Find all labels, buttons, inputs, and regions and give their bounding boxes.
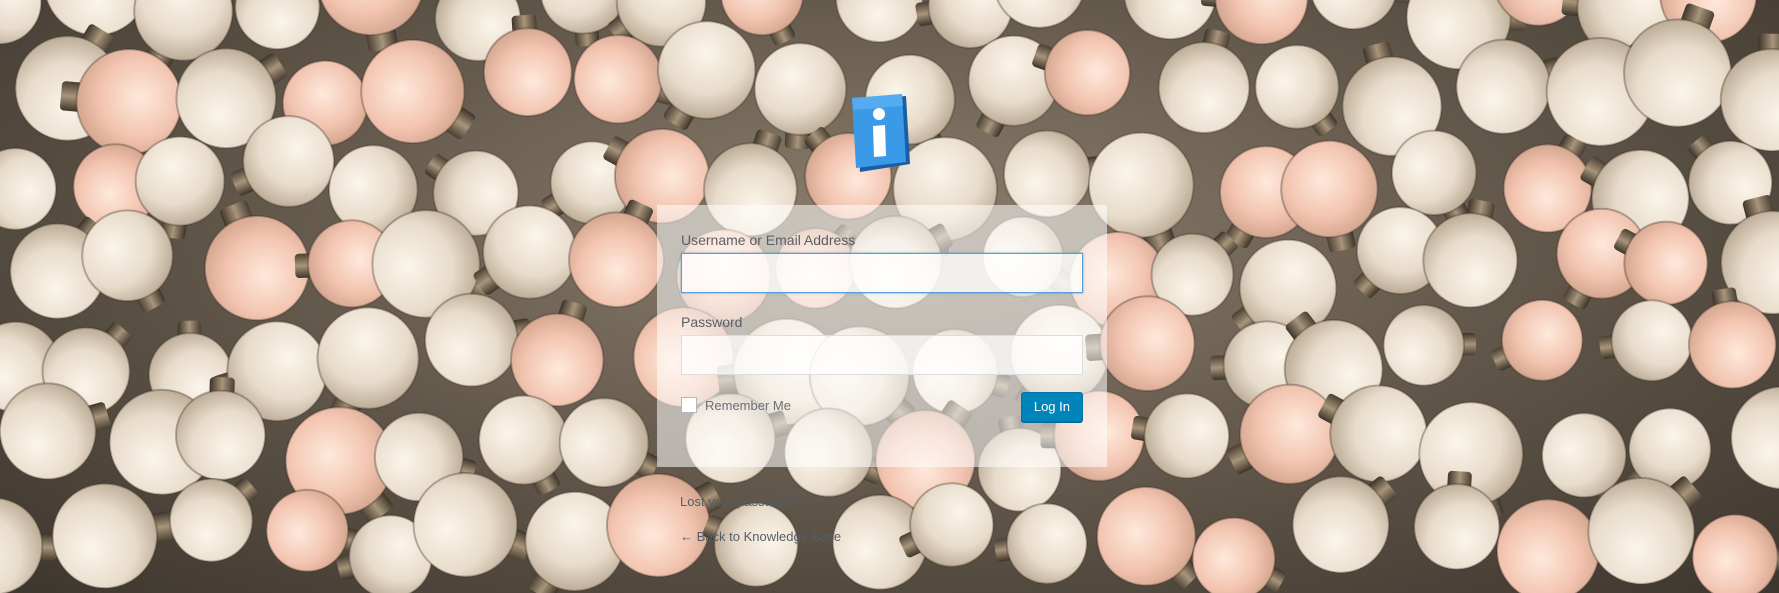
log-in-button[interactable]: Log In	[1020, 392, 1083, 422]
remember-me-checkbox[interactable]	[681, 397, 697, 413]
remember-me-label[interactable]: Remember Me	[705, 398, 791, 413]
password-label: Password	[681, 314, 743, 330]
username-label: Username or Email Address	[681, 232, 856, 248]
lost-password-link[interactable]: Lost your password?	[680, 494, 800, 509]
info-icon	[852, 94, 910, 172]
username-input[interactable]	[681, 253, 1083, 293]
password-input[interactable]	[681, 335, 1083, 375]
back-to-site-link[interactable]: ← Back to Knowledge Base	[680, 529, 841, 544]
login-page: Username or Email Address Password Remem…	[0, 0, 1779, 593]
remember-me: Remember Me	[681, 397, 791, 413]
login-form: Username or Email Address Password Remem…	[657, 205, 1107, 467]
